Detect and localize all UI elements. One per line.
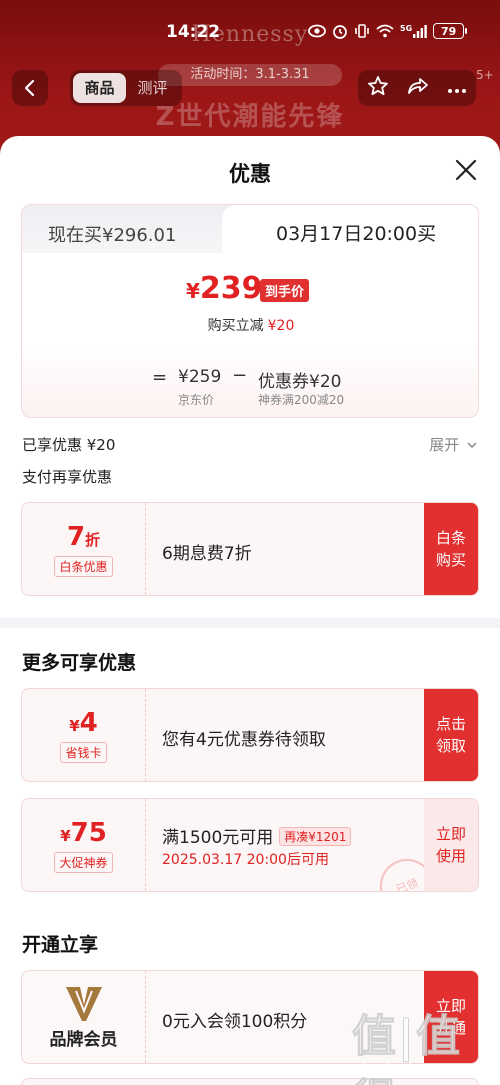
- reduce-line: 购买立减 ¥20: [22, 315, 478, 335]
- battery-indicator: 79: [433, 23, 468, 39]
- price-calculation: = ¥259 京东价 − 优惠券¥20 神券满200减20: [22, 357, 478, 417]
- base-price-value: ¥259: [178, 367, 222, 387]
- reduce-value: ¥20: [267, 318, 295, 334]
- coupon-value: 优惠券¥20: [258, 372, 342, 392]
- promo-yen: ¥: [60, 826, 71, 845]
- baitiao-buy-button[interactable]: 白条购买: [424, 503, 478, 595]
- saver-tag: 省钱卡: [60, 741, 107, 763]
- reduce-label: 购买立减: [207, 318, 264, 334]
- scheduled-buy-label: 03月17日20:00买: [276, 223, 437, 245]
- status-bar: 14:22 5G 79: [0, 0, 500, 66]
- coupon-value: ¥75: [60, 818, 107, 848]
- alarm-icon: [332, 23, 348, 39]
- enjoyed-discount: 已享优惠 ¥20: [22, 436, 116, 454]
- close-button[interactable]: [454, 158, 478, 182]
- brand-v-logo-icon: [65, 986, 102, 1021]
- promo-gap-pill: 再凑¥1201: [279, 827, 352, 846]
- chevron-down-icon: [467, 442, 477, 449]
- back-button[interactable]: [12, 70, 48, 106]
- member-left: 品牌会员: [22, 971, 146, 1063]
- baitiao-desc: 6期息费7折: [162, 544, 252, 564]
- final-price-yen: ¥: [186, 279, 200, 303]
- buy-now-price: 现在买¥296.01: [48, 225, 177, 246]
- promo-condition: 满1500元可用 再凑¥1201: [162, 823, 352, 848]
- promo-use-button[interactable]: 立即使用: [424, 799, 478, 891]
- base-price-label: 京东价: [178, 393, 215, 407]
- baitiao-value: 7: [66, 521, 86, 552]
- saver-coupon: ¥4 省钱卡 您有4元优惠券待领取 点击领取: [21, 688, 479, 782]
- final-price-value: 239: [199, 271, 263, 306]
- coupon-left: 7折 白条优惠: [22, 503, 146, 595]
- buy-now-tab[interactable]: 现在买¥296.01: [22, 205, 237, 253]
- eye-icon: [308, 24, 326, 38]
- baitiao-tag: 白条优惠: [54, 555, 113, 577]
- promo-value: 75: [70, 817, 107, 848]
- expand-label: 展开: [429, 436, 460, 454]
- network-type: 5G: [400, 23, 413, 33]
- minus-sign: −: [232, 365, 248, 386]
- final-price-badge: 到手价: [260, 279, 310, 302]
- saver-claim-label: 点击领取: [435, 715, 466, 755]
- product-tabs: 商品 测评: [70, 70, 182, 106]
- baitiao-coupon: 7折 白条优惠 6期息费7折 白条购买: [21, 502, 479, 596]
- activity-time-pill: 活动时间：3.1-3.31: [158, 64, 342, 86]
- saver-claim-button[interactable]: 点击领取: [424, 689, 478, 781]
- coupon-left: ¥75 大促神券: [22, 799, 146, 891]
- close-icon: [455, 159, 477, 181]
- watermark-url: zhizhizhi.com: [354, 1060, 462, 1076]
- status-icons: 5G 79: [308, 23, 468, 39]
- baitiao-unit: 折: [85, 530, 101, 549]
- expand-button[interactable]: 展开: [429, 434, 478, 455]
- price-card-body: ¥239 到手价 购买立减 ¥20 = ¥259 京东价 − 优惠券¥20 神券满…: [22, 253, 478, 417]
- signal-icon: 5G: [400, 23, 427, 38]
- coupon-value: ¥4: [69, 708, 98, 738]
- saver-value: 4: [79, 707, 98, 738]
- sheet-title: 优惠: [229, 162, 271, 186]
- section-divider: [0, 618, 500, 628]
- member-label: 品牌会员: [49, 1029, 118, 1050]
- vibrate-icon: [354, 23, 370, 39]
- price-card: 现在买¥296.01 03月17日20:00买 ¥239 到手价 购买立减 ¥20…: [21, 204, 479, 418]
- coupon-value: 7折: [67, 522, 100, 552]
- coupon-label: 神券满200减20: [258, 393, 345, 407]
- promo-desc: 满1500元可用: [162, 828, 274, 848]
- promo-coupon: ¥75 大促神券 满1500元可用 再凑¥1201 2025.03.17 20:0…: [21, 798, 479, 892]
- member-desc: 0元入会领100积分: [162, 1012, 308, 1032]
- coupon-left: ¥4 省钱卡: [22, 689, 146, 781]
- open-enjoy-title: 开通立享: [22, 934, 99, 956]
- baitiao-buy-label: 白条购买: [435, 529, 466, 569]
- more-discounts-title: 更多可享优惠: [22, 652, 137, 674]
- site-watermark: 值|值得 zhizhizhi.com: [352, 1000, 492, 1085]
- status-time: 14:22: [166, 22, 221, 42]
- tab-product[interactable]: 商品: [73, 73, 126, 103]
- discount-sheet: 优惠 现在买¥296.01 03月17日20:00买 ¥239 到手价 购买立减…: [0, 136, 500, 1085]
- pay-more-label: 支付再享优惠: [22, 468, 113, 486]
- promo-available-time: 2025.03.17 20:00后可用: [162, 852, 329, 868]
- tab-review[interactable]: 测评: [126, 73, 179, 103]
- more-icon[interactable]: [447, 79, 467, 98]
- promo-tag: 大促神券: [54, 851, 113, 873]
- chevron-left-icon: [24, 79, 35, 97]
- final-price: ¥239: [186, 271, 263, 306]
- wifi-icon: [376, 24, 394, 38]
- share-icon[interactable]: [407, 76, 429, 100]
- nav-actions: [358, 70, 476, 106]
- message-count-badge: 5+: [476, 68, 494, 82]
- promo-use-label: 立即使用: [435, 825, 466, 865]
- saver-desc: 您有4元优惠券待领取: [162, 730, 326, 750]
- saver-yen: ¥: [69, 716, 80, 735]
- favorite-star-icon[interactable]: [367, 75, 389, 101]
- equals-sign: =: [152, 367, 168, 388]
